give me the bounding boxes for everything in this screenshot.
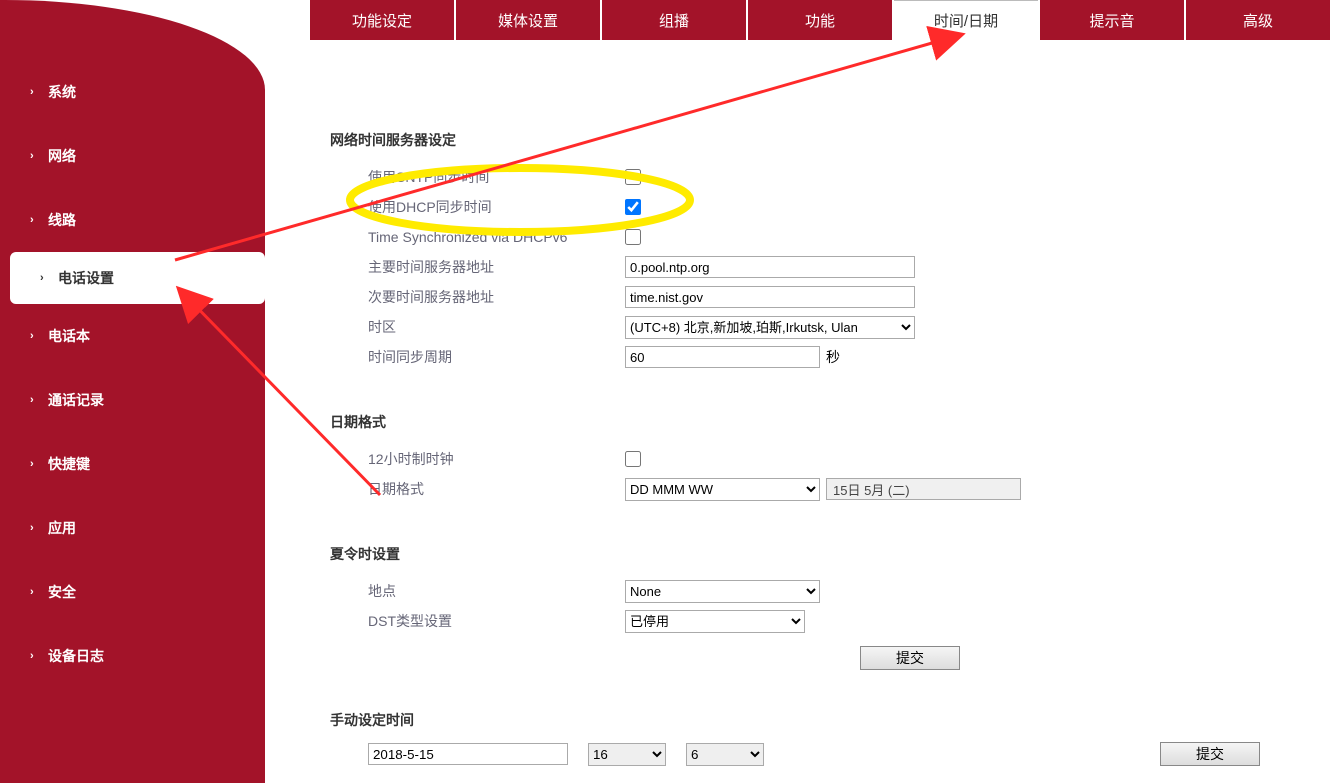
row-12h-clock: 12小时制时钟	[330, 444, 1300, 474]
input-manual-date[interactable]	[368, 743, 568, 765]
tab-feature[interactable]: 功能设定	[310, 0, 454, 40]
tab-time-date[interactable]: 时间/日期	[894, 0, 1038, 40]
top-tabs: 功能设定媒体设置组播功能时间/日期提示音高级	[310, 0, 1330, 40]
tab-function[interactable]: 功能	[748, 0, 892, 40]
sidebar-item-label: 快捷键	[48, 454, 90, 474]
chevron-right-icon: ›	[30, 86, 38, 98]
label-sntp: 使用SNTP同步时间	[330, 167, 625, 187]
sidebar-item-label: 电话本	[48, 326, 90, 346]
chevron-right-icon: ›	[30, 586, 38, 598]
sidebar: › 系统 › 网络 › 线路 › 电话设置 › 电话本 › 通话记录 › 快捷键 › 应用 › 安全 › 设备日志	[0, 0, 265, 783]
label-sync-period: 时间同步周期	[330, 347, 625, 367]
section-title-dst: 夏令时设置	[330, 544, 1300, 564]
select-dst-location[interactable]: None	[625, 580, 820, 603]
label-dst-location: 地点	[330, 581, 625, 601]
tab-multicast[interactable]: 组播	[602, 0, 746, 40]
submit-dst-button[interactable]: 提交	[860, 646, 960, 670]
tab-advanced[interactable]: 高级	[1186, 0, 1330, 40]
sidebar-item-label: 应用	[48, 518, 76, 538]
date-format-sample: 15日 5月 (二)	[826, 478, 1021, 500]
row-secondary-server: 次要时间服务器地址	[330, 282, 1300, 312]
select-manual-minute[interactable]: 6	[686, 743, 764, 766]
row-primary-server: 主要时间服务器地址	[330, 252, 1300, 282]
select-manual-hour[interactable]: 16	[588, 743, 666, 766]
sidebar-item-label: 系统	[48, 82, 76, 102]
select-date-format[interactable]: DD MMM WW	[625, 478, 820, 501]
label-secondary-server: 次要时间服务器地址	[330, 287, 625, 307]
chevron-right-icon: ›	[30, 214, 38, 226]
label-date-format: 日期格式	[330, 479, 625, 499]
submit-manual-button[interactable]: 提交	[1160, 742, 1260, 766]
unit-seconds: 秒	[826, 347, 840, 367]
row-dhcp: 使用DHCP同步时间	[330, 192, 1300, 222]
select-dst-type[interactable]: 已停用	[625, 610, 805, 633]
tab-media[interactable]: 媒体设置	[456, 0, 600, 40]
input-primary-server[interactable]	[625, 256, 915, 278]
label-dst-type: DST类型设置	[330, 611, 625, 631]
row-dst-type: DST类型设置 已停用	[330, 606, 1300, 636]
row-date-format: 日期格式 DD MMM WW 15日 5月 (二)	[330, 474, 1300, 504]
chevron-right-icon: ›	[30, 522, 38, 534]
sidebar-item-label: 电话设置	[58, 268, 114, 288]
sidebar-item-phonebook[interactable]: › 电话本	[0, 304, 265, 368]
label-dhcp: 使用DHCP同步时间	[330, 197, 625, 217]
sidebar-item-label: 网络	[48, 146, 76, 166]
section-title-ntp: 网络时间服务器设定	[330, 130, 1300, 150]
section-title-manual: 手动设定时间	[330, 710, 1300, 730]
sidebar-item-device-log[interactable]: › 设备日志	[0, 624, 265, 688]
row-manual-time: 16 6 提交	[330, 742, 1300, 766]
select-timezone[interactable]: (UTC+8) 北京,新加坡,珀斯,Irkutsk, Ulan	[625, 316, 915, 339]
sidebar-item-line[interactable]: › 线路	[0, 188, 265, 252]
chevron-right-icon: ›	[40, 272, 48, 284]
input-secondary-server[interactable]	[625, 286, 915, 308]
sidebar-item-network[interactable]: › 网络	[0, 124, 265, 188]
checkbox-sntp[interactable]	[625, 169, 641, 185]
row-sntp: 使用SNTP同步时间	[330, 162, 1300, 192]
sidebar-item-system[interactable]: › 系统	[0, 60, 265, 124]
sidebar-item-label: 线路	[48, 210, 76, 230]
tab-tone[interactable]: 提示音	[1040, 0, 1184, 40]
label-timezone: 时区	[330, 317, 625, 337]
input-sync-period[interactable]	[625, 346, 820, 368]
label-primary-server: 主要时间服务器地址	[330, 257, 625, 277]
section-title-date: 日期格式	[330, 412, 1300, 432]
row-timezone: 时区 (UTC+8) 北京,新加坡,珀斯,Irkutsk, Ulan	[330, 312, 1300, 342]
checkbox-dhcp[interactable]	[625, 199, 641, 215]
chevron-right-icon: ›	[30, 150, 38, 162]
sidebar-item-shortcut[interactable]: › 快捷键	[0, 432, 265, 496]
checkbox-dhcpv6[interactable]	[625, 229, 641, 245]
content-pane: 网络时间服务器设定 使用SNTP同步时间 使用DHCP同步时间 Time Syn…	[310, 50, 1320, 773]
sidebar-item-app[interactable]: › 应用	[0, 496, 265, 560]
chevron-right-icon: ›	[30, 650, 38, 662]
chevron-right-icon: ›	[30, 330, 38, 342]
checkbox-12h-clock[interactable]	[625, 451, 641, 467]
chevron-right-icon: ›	[30, 458, 38, 470]
sidebar-item-label: 通话记录	[48, 390, 104, 410]
label-dhcpv6: Time Synchronized via DHCPv6	[330, 229, 625, 245]
chevron-right-icon: ›	[30, 394, 38, 406]
sidebar-item-call-log[interactable]: › 通话记录	[0, 368, 265, 432]
sidebar-item-label: 安全	[48, 582, 76, 602]
label-12h-clock: 12小时制时钟	[330, 449, 625, 469]
row-sync-period: 时间同步周期 秒	[330, 342, 1300, 372]
row-dhcpv6: Time Synchronized via DHCPv6	[330, 222, 1300, 252]
sidebar-item-security[interactable]: › 安全	[0, 560, 265, 624]
sidebar-item-phone-settings[interactable]: › 电话设置	[10, 252, 265, 304]
sidebar-item-label: 设备日志	[48, 646, 104, 666]
row-dst-location: 地点 None	[330, 576, 1300, 606]
